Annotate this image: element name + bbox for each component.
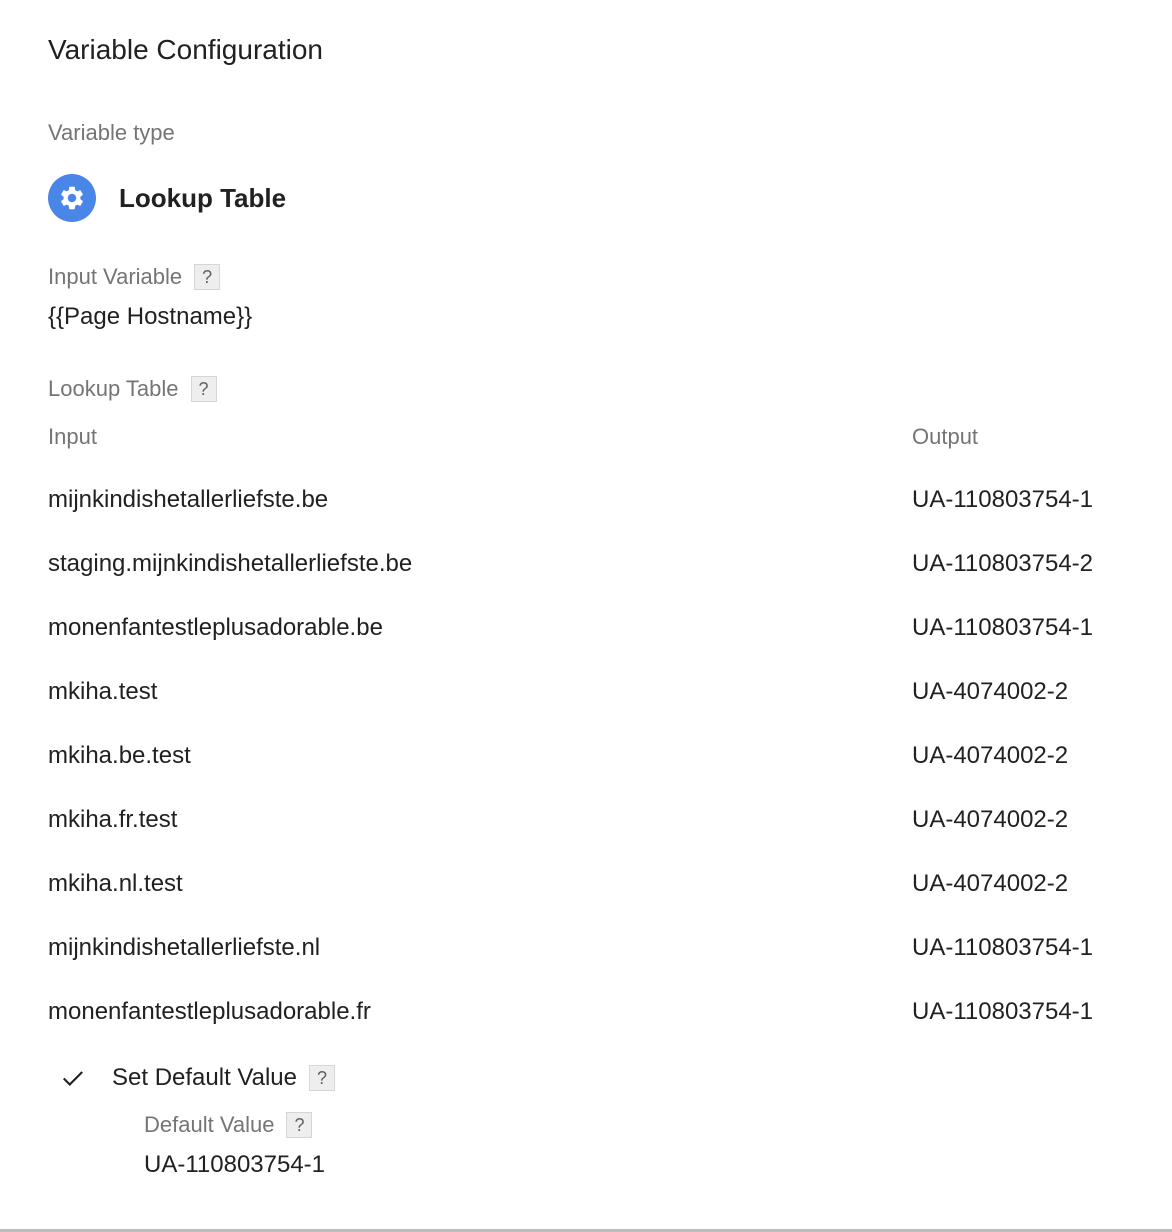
variable-configuration-card: Variable Configuration Variable type Loo…	[0, 0, 1172, 1232]
row-output-value: UA-110803754-1	[912, 998, 1094, 1025]
lookup-table-label: Lookup Table ?	[48, 376, 217, 402]
row-output-value: UA-4074002-2	[912, 678, 1069, 705]
table-row: mkiha.be.test UA-4074002-2	[0, 742, 1172, 782]
row-output-value: UA-110803754-1	[912, 486, 1094, 513]
table-row: mkiha.nl.test UA-4074002-2	[0, 870, 1172, 910]
default-value-label: Default Value ?	[144, 1112, 313, 1138]
output-column-header: Output	[912, 424, 979, 449]
row-input-value: mkiha.be.test	[48, 742, 191, 769]
input-variable-label: Input Variable ?	[48, 264, 221, 290]
row-input-value: mijnkindishetallerliefste.nl	[48, 934, 321, 961]
input-variable-value: {{Page Hostname}}	[48, 303, 253, 330]
row-output-value: UA-4074002-2	[912, 742, 1069, 769]
row-input-value: mkiha.fr.test	[48, 806, 178, 833]
input-variable-label-text: Input Variable	[48, 264, 183, 289]
table-row: monenfantestleplusadorable.fr UA-1108037…	[0, 998, 1172, 1038]
input-variable-help-icon[interactable]: ?	[194, 264, 221, 290]
default-value: UA-110803754-1	[144, 1151, 326, 1178]
table-row: mkiha.fr.test UA-4074002-2	[0, 806, 1172, 846]
table-row: mkiha.test UA-4074002-2	[0, 678, 1172, 718]
row-output-value: UA-4074002-2	[912, 806, 1069, 833]
row-input-value: mkiha.test	[48, 678, 158, 705]
row-output-value: UA-110803754-1	[912, 614, 1094, 641]
set-default-value-label: Set Default Value	[112, 1064, 298, 1091]
card-title: Variable Configuration	[48, 34, 323, 65]
row-input-value: monenfantestleplusadorable.be	[48, 614, 383, 641]
gear-icon	[48, 174, 96, 222]
variable-type-selector[interactable]: Lookup Table	[48, 174, 286, 222]
variable-type-name: Lookup Table	[119, 182, 287, 213]
set-default-value-checkbox[interactable]	[56, 1061, 90, 1095]
row-input-value: staging.mijnkindishetallerliefste.be	[48, 550, 413, 577]
row-output-value: UA-4074002-2	[912, 870, 1069, 897]
table-row: mijnkindishetallerliefste.nl UA-11080375…	[0, 934, 1172, 974]
row-output-value: UA-110803754-1	[912, 934, 1094, 961]
default-value-help-icon[interactable]: ?	[286, 1112, 313, 1138]
row-output-value: UA-110803754-2	[912, 550, 1094, 577]
row-input-value: mijnkindishetallerliefste.be	[48, 486, 329, 513]
row-input-value: mkiha.nl.test	[48, 870, 183, 897]
set-default-value-help-icon[interactable]: ?	[309, 1065, 336, 1091]
table-row: staging.mijnkindishetallerliefste.be UA-…	[0, 550, 1172, 590]
input-column-header: Input	[48, 424, 97, 449]
variable-type-label: Variable type	[48, 120, 175, 145]
set-default-value-row: Set Default Value ?	[56, 1060, 336, 1096]
table-row: mijnkindishetallerliefste.be UA-11080375…	[0, 486, 1172, 526]
lookup-table-label-text: Lookup Table	[48, 376, 179, 401]
lookup-table-help-icon[interactable]: ?	[190, 376, 217, 402]
row-input-value: monenfantestleplusadorable.fr	[48, 998, 371, 1025]
default-value-label-text: Default Value	[144, 1112, 275, 1137]
table-row: monenfantestleplusadorable.be UA-1108037…	[0, 614, 1172, 654]
check-icon	[63, 1071, 83, 1087]
